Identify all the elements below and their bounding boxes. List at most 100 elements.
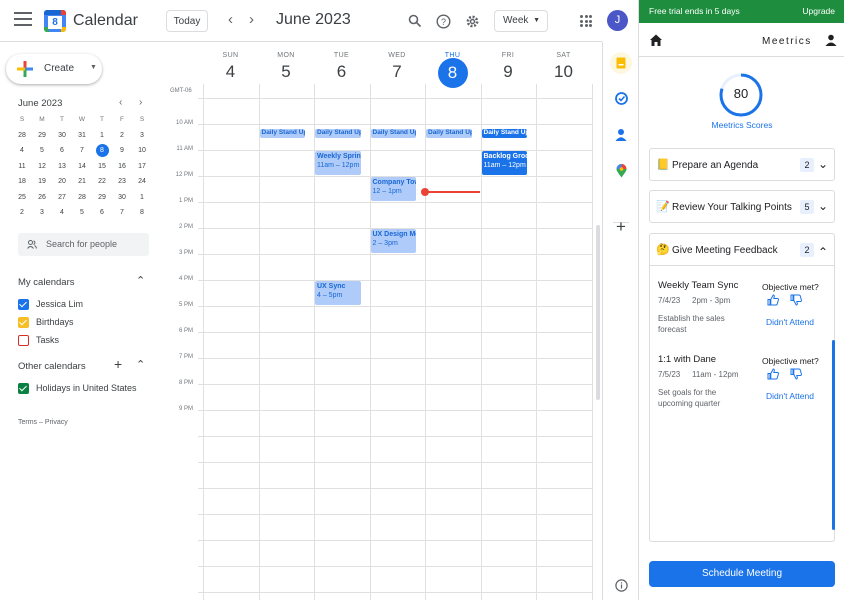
day-header-mon[interactable]: MON 5 bbox=[259, 52, 314, 83]
mini-day[interactable]: 11 bbox=[12, 159, 32, 175]
next-week-icon[interactable]: › bbox=[249, 11, 254, 29]
mini-day[interactable]: 18 bbox=[12, 174, 32, 190]
mini-day[interactable]: 30 bbox=[52, 128, 72, 144]
calendar-checkbox[interactable] bbox=[18, 317, 29, 328]
terms-privacy-link[interactable]: Terms – Privacy bbox=[18, 419, 68, 426]
mini-day[interactable]: 27 bbox=[52, 190, 72, 206]
event-ux-design[interactable]: UX Design Meeting 2 – 3pm bbox=[370, 229, 416, 253]
mini-day[interactable]: 9 bbox=[112, 143, 132, 159]
mini-day[interactable]: 6 bbox=[52, 143, 72, 159]
mini-day[interactable]: 13 bbox=[52, 159, 72, 175]
day-number[interactable]: 9 bbox=[481, 61, 536, 83]
user-icon[interactable] bbox=[825, 34, 837, 46]
tasks-icon[interactable] bbox=[612, 89, 630, 107]
thumbs-down-icon[interactable] bbox=[790, 368, 802, 380]
event-daily-stand-up[interactable]: Daily Stand Up bbox=[481, 129, 527, 138]
mini-day[interactable]: 7 bbox=[72, 143, 92, 159]
mini-day[interactable]: 14 bbox=[72, 159, 92, 175]
prev-week-icon[interactable]: ‹ bbox=[228, 11, 233, 29]
mini-day[interactable]: 15 bbox=[92, 159, 112, 175]
day-number[interactable]: 7 bbox=[370, 61, 425, 83]
mini-day[interactable]: 5 bbox=[32, 143, 52, 159]
thumbs-down-icon[interactable] bbox=[790, 294, 802, 306]
day-number[interactable]: 5 bbox=[259, 61, 314, 83]
mini-next-icon[interactable]: › bbox=[139, 97, 142, 108]
mini-day[interactable]: 31 bbox=[72, 128, 92, 144]
contacts-icon[interactable] bbox=[612, 125, 630, 143]
day-number[interactable]: 4 bbox=[203, 61, 258, 83]
info-icon[interactable] bbox=[612, 576, 630, 594]
mini-day[interactable]: 29 bbox=[92, 190, 112, 206]
event-backlog[interactable]: Backlog Grooming 11am – 12pm bbox=[481, 151, 527, 175]
search-people-input[interactable]: Search for people bbox=[18, 233, 149, 256]
mini-day[interactable]: 25 bbox=[12, 190, 32, 206]
mini-day[interactable]: 21 bbox=[72, 174, 92, 190]
event-daily-stand-up[interactable]: Daily Stand Up bbox=[259, 129, 305, 138]
accordion-talking-points[interactable]: 📝 Review Your Talking Points 5 ⌄ bbox=[649, 190, 835, 223]
help-icon[interactable]: ? bbox=[434, 12, 452, 30]
mini-day[interactable]: 20 bbox=[52, 174, 72, 190]
didnt-attend-link[interactable]: Didn't Attend bbox=[766, 317, 814, 327]
mini-day[interactable]: 23 bbox=[112, 174, 132, 190]
day-number[interactable]: 8 bbox=[437, 58, 468, 88]
mini-day[interactable]: 4 bbox=[52, 205, 72, 221]
mini-day[interactable]: 10 bbox=[132, 143, 152, 159]
mini-day[interactable]: 3 bbox=[132, 128, 152, 144]
event-daily-stand-up[interactable]: Daily Stand Up bbox=[370, 129, 416, 138]
day-header-sun[interactable]: SUN 4 bbox=[203, 52, 258, 83]
mini-day[interactable]: 7 bbox=[112, 205, 132, 221]
event-daily-stand-up[interactable]: Daily Stand Up bbox=[315, 129, 361, 138]
mini-day[interactable]: 8 bbox=[92, 143, 112, 159]
mini-day[interactable]: 6 bbox=[92, 205, 112, 221]
mini-day[interactable]: 26 bbox=[32, 190, 52, 206]
day-header-fri[interactable]: FRI 9 bbox=[481, 52, 536, 83]
mini-day[interactable]: 1 bbox=[132, 190, 152, 206]
account-avatar[interactable]: J bbox=[607, 10, 628, 31]
create-button[interactable]: Create ▼ bbox=[6, 54, 102, 84]
mini-day[interactable]: 28 bbox=[12, 128, 32, 144]
day-header-thu[interactable]: THU 8 bbox=[425, 52, 480, 88]
mini-day[interactable]: 28 bbox=[72, 190, 92, 206]
schedule-meeting-button[interactable]: Schedule Meeting bbox=[649, 561, 835, 587]
day-number[interactable]: 6 bbox=[314, 61, 369, 83]
event-daily-stand-up[interactable]: Daily Stand Up bbox=[426, 129, 472, 138]
add-calendar-icon[interactable]: + bbox=[114, 356, 122, 372]
maps-pin-icon[interactable] bbox=[612, 162, 630, 180]
event-weekly-sprint[interactable]: Weekly Sprint 11am – 12pm bbox=[315, 151, 361, 175]
day-header-sat[interactable]: SAT 10 bbox=[536, 52, 591, 83]
accordion-meeting-feedback[interactable]: 🤔 Give Meeting Feedback 2 ⌃ bbox=[649, 233, 835, 266]
panel-scrollbar[interactable] bbox=[832, 340, 835, 530]
mini-day[interactable]: 12 bbox=[32, 159, 52, 175]
today-button[interactable]: Today bbox=[166, 10, 208, 32]
mini-day[interactable]: 8 bbox=[132, 205, 152, 221]
keep-notes-icon[interactable] bbox=[610, 52, 632, 74]
mini-prev-icon[interactable]: ‹ bbox=[119, 97, 122, 108]
event-company-town[interactable]: Company Town 12 – 1pm bbox=[370, 177, 416, 201]
day-header-tue[interactable]: TUE 6 bbox=[314, 52, 369, 83]
home-icon[interactable] bbox=[649, 33, 663, 47]
mini-day[interactable]: 16 bbox=[112, 159, 132, 175]
search-icon[interactable] bbox=[406, 12, 424, 30]
thumbs-up-icon[interactable] bbox=[767, 294, 779, 306]
mini-day[interactable]: 19 bbox=[32, 174, 52, 190]
calendar-checkbox[interactable] bbox=[18, 299, 29, 310]
mini-day[interactable]: 4 bbox=[12, 143, 32, 159]
mini-day[interactable]: 5 bbox=[72, 205, 92, 221]
mini-day[interactable]: 29 bbox=[32, 128, 52, 144]
collapse-other-calendars-icon[interactable]: ⌃ bbox=[136, 358, 145, 371]
mini-day[interactable]: 17 bbox=[132, 159, 152, 175]
accordion-prepare-agenda[interactable]: 📒 Prepare an Agenda 2 ⌄ bbox=[649, 148, 835, 181]
collapse-my-calendars-icon[interactable]: ⌃ bbox=[136, 274, 145, 287]
mini-day[interactable]: 2 bbox=[12, 205, 32, 221]
view-select[interactable]: Week ▼ bbox=[494, 10, 548, 32]
mini-day[interactable]: 1 bbox=[92, 128, 112, 144]
grid-scrollbar[interactable] bbox=[596, 225, 600, 400]
didnt-attend-link[interactable]: Didn't Attend bbox=[766, 391, 814, 401]
mini-day[interactable]: 22 bbox=[92, 174, 112, 190]
thumbs-up-icon[interactable] bbox=[767, 368, 779, 380]
mini-day[interactable]: 24 bbox=[132, 174, 152, 190]
mini-day[interactable]: 3 bbox=[32, 205, 52, 221]
add-addon-icon[interactable]: + bbox=[612, 217, 630, 236]
day-header-wed[interactable]: WED 7 bbox=[370, 52, 425, 83]
mini-day[interactable]: 30 bbox=[112, 190, 132, 206]
